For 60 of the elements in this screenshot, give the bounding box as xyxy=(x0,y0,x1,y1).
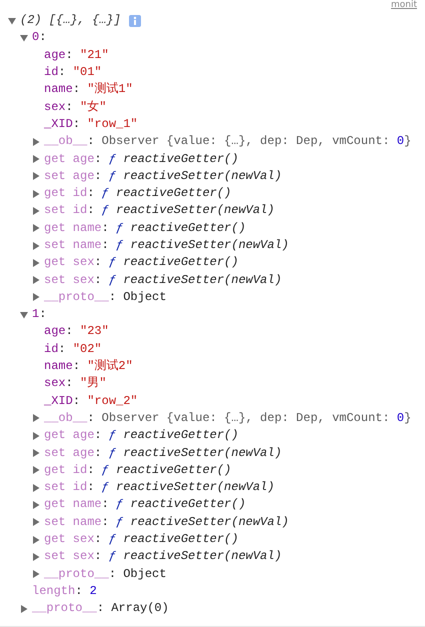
property-entry: set name: ƒ reactiveSetter(newVal) xyxy=(44,238,289,253)
disclosure-triangle-icon[interactable] xyxy=(32,276,40,284)
disclosure-triangle-icon[interactable] xyxy=(32,242,40,250)
property-entry: __proto__: Object xyxy=(44,566,166,582)
property-entry: __proto__: Array(0) xyxy=(32,601,169,616)
disclosure-triangle-icon[interactable] xyxy=(32,414,40,422)
property-entry: age: "23" xyxy=(44,324,109,340)
disclosure-triangle-icon[interactable] xyxy=(32,224,40,232)
disclosure-triangle-icon[interactable] xyxy=(32,206,40,215)
property-entry: length: 2 xyxy=(32,584,97,599)
disclosure-triangle-icon[interactable] xyxy=(32,155,40,164)
property-entry: set sex: ƒ reactiveSetter(newVal) xyxy=(44,272,282,288)
property-entry: sex: "男" xyxy=(44,376,106,392)
property-entry: __ob__: Observer {value: {…}, dep: Dep, vmCount: 0} xyxy=(44,134,412,150)
property-entry: get sex: ƒ reactiveGetter() xyxy=(44,255,238,270)
disclosure-triangle-icon[interactable] xyxy=(32,552,40,561)
disclosure-triangle-icon[interactable] xyxy=(20,604,28,613)
property-entry: set age: ƒ reactiveSetter(newVal) xyxy=(44,168,282,184)
property-entry: name: "测试1" xyxy=(44,82,133,98)
property-entry: __proto__: Object xyxy=(44,290,166,305)
disclosure-triangle-icon[interactable] xyxy=(32,570,40,578)
property-entry: sex: "女" xyxy=(44,100,106,115)
disclosure-triangle-icon[interactable] xyxy=(20,34,28,42)
property-entry: age: "21" xyxy=(44,48,109,63)
property-entry: _XID: "row_2" xyxy=(44,394,138,409)
property-entry: get age: ƒ reactiveGetter() xyxy=(44,428,238,444)
property-entry: set id: ƒ reactiveSetter(newVal) xyxy=(44,480,274,496)
disclosure-triangle-icon[interactable] xyxy=(32,500,40,509)
disclosure-triangle-icon[interactable] xyxy=(32,518,40,526)
disclosure-triangle-icon[interactable] xyxy=(32,432,40,440)
property-entry: get name: ƒ reactiveGetter() xyxy=(44,497,246,512)
property-entry: get sex: ƒ reactiveGetter() xyxy=(44,532,238,548)
disclosure-triangle-icon[interactable] xyxy=(32,466,40,474)
property-entry: set id: ƒ reactiveSetter(newVal) xyxy=(44,203,274,218)
property-entry: set name: ƒ reactiveSetter(newVal) xyxy=(44,514,289,530)
property-entry: 0: xyxy=(32,30,46,46)
property-entry: name: "测试2" xyxy=(44,359,133,374)
disclosure-triangle-icon[interactable] xyxy=(32,172,40,180)
property-entry: set sex: ƒ reactiveSetter(newVal) xyxy=(44,549,282,564)
disclosure-triangle-icon[interactable] xyxy=(32,536,40,544)
property-entry: _XID: "row_1" xyxy=(44,116,138,132)
property-entry: get age: ƒ reactiveGetter() xyxy=(44,152,238,167)
property-entry: get name: ƒ reactiveGetter() xyxy=(44,220,246,236)
property-entry: id: "02" xyxy=(44,342,102,357)
top-link[interactable]: monit xyxy=(390,0,417,12)
property-entry: get id: ƒ reactiveGetter() xyxy=(44,186,232,202)
property-entry: 1: xyxy=(32,307,46,322)
disclosure-triangle-icon[interactable] xyxy=(32,258,40,267)
disclosure-triangle-icon[interactable] xyxy=(32,138,40,146)
property-entry: (2) [{…}, {…}] xyxy=(20,13,121,28)
disclosure-triangle-icon[interactable] xyxy=(32,190,40,198)
disclosure-triangle-icon[interactable] xyxy=(32,484,40,492)
property-entry: id: "01" xyxy=(44,65,102,80)
disclosure-triangle-icon[interactable] xyxy=(8,16,16,25)
disclosure-triangle-icon[interactable] xyxy=(20,310,28,319)
property-entry: __ob__: Observer {value: {…}, dep: Dep, vmCount: 0} xyxy=(44,410,412,426)
property-entry: get id: ƒ reactiveGetter() xyxy=(44,462,232,478)
disclosure-triangle-icon[interactable] xyxy=(32,449,40,458)
disclosure-triangle-icon[interactable] xyxy=(32,293,40,302)
property-entry: set age: ƒ reactiveSetter(newVal) xyxy=(44,446,282,461)
